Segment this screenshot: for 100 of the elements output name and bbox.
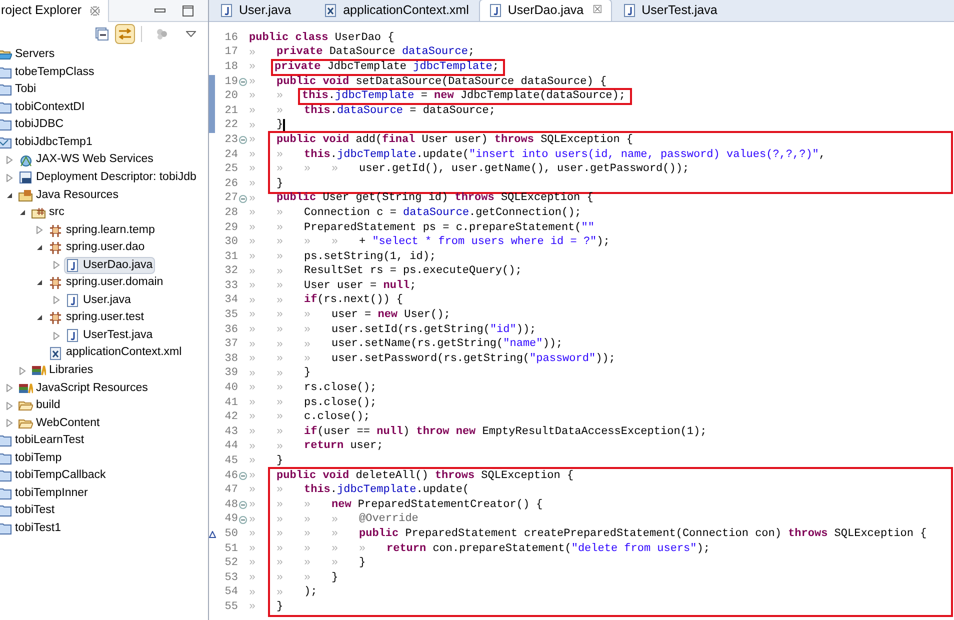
code-line: } xyxy=(276,178,284,191)
tree-item[interactable]: UserTest.java xyxy=(64,327,155,344)
line-number: 33 xyxy=(224,280,238,292)
minimize-icon[interactable] xyxy=(154,6,166,14)
line-number: 41 xyxy=(224,398,238,409)
tree-item[interactable]: tobiLearnTest xyxy=(0,432,86,450)
line-number: 32 xyxy=(224,266,238,278)
resources-folder-icon xyxy=(18,188,33,203)
line-number: 51 xyxy=(224,544,238,555)
tree-item[interactable]: tobiTest1 xyxy=(0,520,64,538)
collapsed-arrow-icon[interactable] xyxy=(6,174,13,182)
fold-minus-icon[interactable] xyxy=(239,194,247,203)
fold-minus-icon[interactable] xyxy=(239,472,247,480)
line-number: 24 xyxy=(224,150,238,161)
code-line: user.setName(rs.getString("name")); xyxy=(332,338,563,352)
tree-item[interactable]: Tobi xyxy=(0,81,38,98)
collapsed-arrow-icon[interactable] xyxy=(36,226,43,234)
override-triangle-icon[interactable] xyxy=(209,530,216,538)
code-line: User user = null; xyxy=(304,280,416,293)
line-number: 29 xyxy=(224,222,238,234)
editor-tab[interactable]: User.java xyxy=(211,0,300,21)
code-line: new PreparedStatementCreator() { xyxy=(332,498,543,512)
tab-markers: » » xyxy=(249,206,284,222)
tree-item[interactable]: User.java xyxy=(64,292,133,309)
expanded-arrow-icon[interactable] xyxy=(36,314,43,322)
expanded-arrow-icon[interactable] xyxy=(19,209,26,216)
tree-item[interactable]: tobeTempClass xyxy=(0,64,96,81)
tab-markers: » » xyxy=(249,250,284,265)
tree-item[interactable]: UserDao.java xyxy=(64,256,155,274)
tab-markers: » » xyxy=(249,483,284,498)
view-menu-caret-icon[interactable] xyxy=(186,31,196,37)
tree-item[interactable]: WebContent xyxy=(17,414,102,432)
line-number: 17 xyxy=(224,47,238,58)
line-number: 52 xyxy=(224,558,238,570)
tree-item[interactable]: spring.user.test xyxy=(47,309,146,326)
tree-item[interactable]: build xyxy=(17,397,62,414)
tree-item[interactable]: JavaScript Resources xyxy=(17,380,150,397)
tree-item[interactable]: Java Resources xyxy=(17,186,120,204)
expanded-arrow-icon[interactable] xyxy=(36,244,43,252)
highlighted-code-line: this.jdbcTemplate = new JdbcTemplate(dataSource); xyxy=(300,90,630,104)
code-line: return user; xyxy=(304,440,384,454)
tree-item[interactable]: tobiJdbcTemp1 xyxy=(0,134,94,151)
tree-item[interactable]: Servers xyxy=(0,46,57,64)
line-number: 43 xyxy=(224,426,238,438)
line-number: 47 xyxy=(224,485,238,496)
tree-item[interactable]: Libraries xyxy=(30,362,96,380)
fold-minus-icon[interactable] xyxy=(239,136,247,144)
tree-item[interactable]: spring.user.dao xyxy=(47,239,147,256)
line-number: 38 xyxy=(224,354,238,365)
tree-item[interactable]: tobiTempInner xyxy=(0,484,90,502)
tree-item[interactable]: Deployment Descriptor: tobiJdb xyxy=(17,169,198,186)
collapsed-arrow-icon[interactable] xyxy=(53,296,60,304)
tab-markers: » » » » xyxy=(249,512,340,528)
editor-tab[interactable]: UserTest.java xyxy=(614,0,726,21)
collapsed-arrow-icon[interactable] xyxy=(19,366,26,375)
fold-minus-icon[interactable] xyxy=(239,516,247,524)
expanded-arrow-icon[interactable] xyxy=(6,192,13,199)
tree-item[interactable]: tobiTemp xyxy=(0,450,64,467)
web-project-icon xyxy=(0,135,12,150)
tree-item[interactable]: tobiTest xyxy=(0,502,57,520)
tree-item[interactable]: spring.user.domain xyxy=(47,274,166,292)
code-line: ps.close(); xyxy=(304,396,377,410)
tree-item[interactable]: tobiTempCallback xyxy=(0,467,108,484)
line-number: 36 xyxy=(224,324,238,336)
editor-tab[interactable]: UserDao.java ☒ xyxy=(478,0,612,21)
fold-minus-icon[interactable] xyxy=(239,501,247,510)
close-icon[interactable] xyxy=(90,6,100,16)
editor-tab[interactable]: applicationContext.xml xyxy=(315,0,477,21)
collapsed-arrow-icon[interactable] xyxy=(6,402,13,410)
line-number: 26 xyxy=(224,178,238,190)
java-file-icon xyxy=(488,3,503,18)
tree-item[interactable]: tobiContextDI xyxy=(0,98,87,116)
tree-item[interactable]: JAX-WS Web Services xyxy=(17,152,156,169)
collapsed-arrow-icon[interactable] xyxy=(53,332,60,340)
collapse-all-icon[interactable] xyxy=(95,27,109,41)
tab-markers: » xyxy=(249,192,257,207)
view-tab[interactable]: roject Explorer xyxy=(0,0,109,22)
folder-icon xyxy=(0,468,12,484)
collapsed-arrow-icon[interactable] xyxy=(6,384,13,392)
collapsed-arrow-icon[interactable] xyxy=(6,156,13,164)
tree-item[interactable]: src xyxy=(30,204,66,222)
link-with-editor-button[interactable] xyxy=(115,24,135,44)
code-line: user.setId(rs.getString("id")); xyxy=(332,324,536,337)
fold-minus-icon[interactable] xyxy=(239,78,247,86)
line-number: 39 xyxy=(224,368,238,380)
tree-item[interactable]: tobiJDBC xyxy=(0,116,66,134)
code-line: this.jdbcTemplate.update("insert into users(id, name, password) values(?,?,?)", xyxy=(304,148,826,162)
expanded-arrow-icon[interactable] xyxy=(36,279,43,286)
tab-markers: » » » » xyxy=(249,527,340,542)
swap-arrows-icon xyxy=(118,28,132,40)
maximize-icon[interactable] xyxy=(182,4,194,16)
collapsed-arrow-icon[interactable] xyxy=(53,261,60,270)
globe-icon xyxy=(18,152,33,168)
close-tab-button[interactable]: ☒ xyxy=(592,2,603,19)
view-title: roject Explorer xyxy=(1,2,82,20)
line-number: 19 xyxy=(224,76,238,88)
collapsed-arrow-icon[interactable] xyxy=(6,419,13,428)
tree-item[interactable]: applicationContext.xml xyxy=(47,344,184,362)
tab-markers: » » xyxy=(249,440,284,455)
tree-item[interactable]: spring.learn.temp xyxy=(47,222,157,239)
